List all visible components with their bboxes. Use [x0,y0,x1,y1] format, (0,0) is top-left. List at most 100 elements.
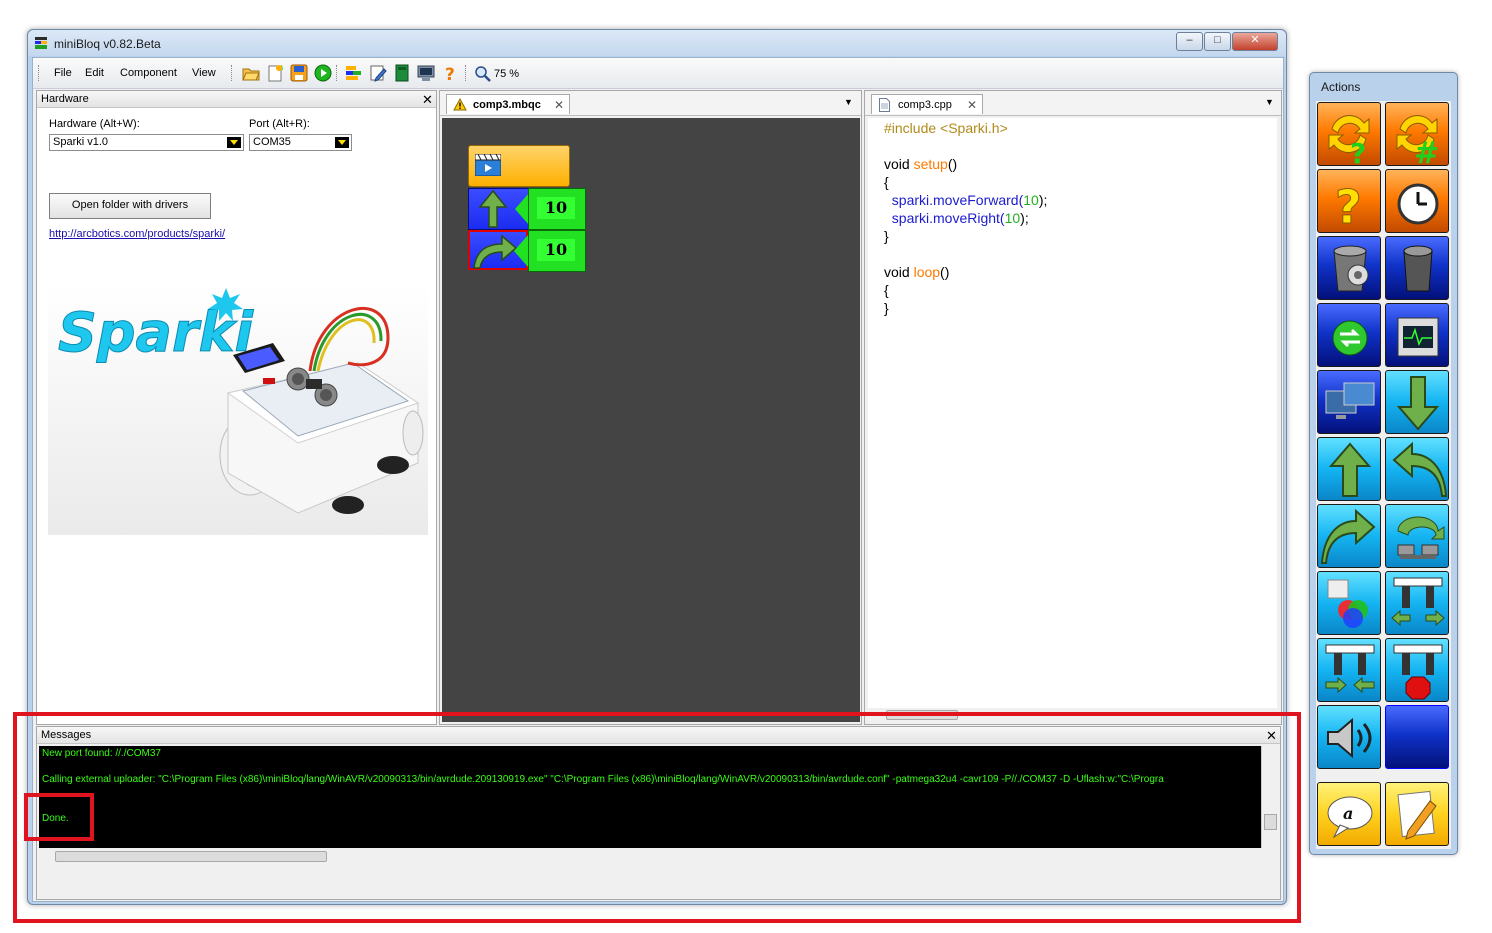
svg-text:?: ? [445,65,455,82]
actions-window: Actions ? # ? a [1309,72,1458,855]
menu-edit[interactable]: Edit [85,67,104,79]
turn-left-icon[interactable] [1385,437,1449,501]
edit-icon[interactable] [1385,782,1449,846]
help-icon[interactable]: ? [441,64,459,82]
turn-right-value[interactable]: 10 [537,239,575,261]
move-forward-block[interactable] [468,188,530,230]
new-file-icon[interactable] [266,64,284,82]
svg-text:?: ? [1335,180,1362,233]
open-folder-icon[interactable] [242,64,260,82]
rgb-led-icon[interactable] [1317,571,1381,635]
monitor-icon[interactable] [1317,370,1381,434]
hardware-select-value: Sparki v1.0 [53,136,109,148]
svg-text:#: # [1414,136,1439,166]
open-drivers-button[interactable]: Open folder with drivers [49,193,211,219]
gripper-open-icon[interactable] [1385,571,1449,635]
settings-bin-icon[interactable] [1317,236,1381,300]
bloq-editor-panel: comp3.mbqc ✕ ▼ 10 10 [439,90,862,725]
gripper-stop-icon[interactable] [1385,638,1449,702]
close-icon[interactable]: ✕ [967,95,977,115]
toolbar-grip[interactable] [336,65,340,81]
loop-hash-icon[interactable]: # [1385,102,1449,166]
sparki-product-link[interactable]: http://arcbotics.com/products/sparki/ [49,228,225,240]
code-text-area[interactable]: #include <Sparki.h> void setup() { spark… [868,118,1277,708]
delay-clock-icon[interactable] [1385,169,1449,233]
toolbar-grip[interactable] [38,65,42,81]
speaker-icon[interactable] [1317,705,1381,769]
code-line: sparki.moveRight(10); [884,210,1029,226]
maximize-button[interactable]: □ [1204,32,1231,51]
turn-right-icon [473,234,528,269]
hardware-panel: Hardware ✕ Hardware (Alt+W): Sparki v1.0… [36,90,437,725]
edit-code-icon[interactable] [369,64,387,82]
code-tabstrip: comp3.cpp ✕ ▼ [865,91,1281,116]
minimize-button[interactable]: – [1176,32,1203,51]
arrow-up-icon [478,189,529,228]
chevron-down-icon[interactable] [227,137,241,148]
save-icon[interactable] [290,64,308,82]
chevron-down-icon[interactable] [335,137,349,148]
run-icon[interactable] [314,64,332,82]
hardware-label: Hardware (Alt+W): [49,118,140,130]
board-icon[interactable] [393,64,411,82]
loop-if-icon[interactable]: ? [1317,102,1381,166]
hardware-panel-title: Hardware [41,93,89,105]
sparki-robot-image: Sparki [48,283,428,535]
empty-slot [1385,705,1449,769]
move-forward-value-block[interactable]: 10 [528,188,586,230]
close-button[interactable]: ✕ [1232,32,1278,51]
gripper-close-icon[interactable] [1317,638,1381,702]
if-icon[interactable]: ? [1317,169,1381,233]
comment-icon[interactable]: a [1317,782,1381,846]
port-label: Port (Alt+R): [249,118,310,130]
turn-right-value-block[interactable]: 10 [528,230,586,272]
zoom-level[interactable]: 75 % [494,68,519,80]
toolbar-grip[interactable] [231,65,235,81]
code-line: { [884,282,889,298]
turn-right-icon[interactable] [1317,504,1381,568]
close-icon[interactable]: ✕ [422,92,433,107]
bin-icon[interactable] [1385,236,1449,300]
terminal-icon[interactable] [417,64,435,82]
warning-icon [453,98,467,111]
menu-toolbar: File Edit Component View ? 75 % [33,58,1283,89]
tab-comp3-mbqc[interactable]: comp3.mbqc ✕ [446,94,570,114]
actions-grid: ? # ? a [1316,101,1451,849]
code-line: { [884,174,889,190]
code-line: } [884,228,889,244]
svg-text:?: ? [1350,137,1366,166]
file-icon [879,98,890,112]
port-select[interactable]: COM35 [249,134,352,151]
arrow-up-icon[interactable] [1317,437,1381,501]
menu-view[interactable]: View [192,67,216,79]
menu-file[interactable]: File [54,67,72,79]
oscilloscope-icon[interactable] [1385,303,1449,367]
code-line: void loop() [884,264,950,280]
close-icon[interactable]: ✕ [554,95,564,115]
components-icon[interactable] [345,64,363,82]
bloq-canvas[interactable]: 10 10 [442,118,860,722]
code-line: void setup() [884,156,958,172]
actions-title: Actions [1321,80,1361,94]
hardware-select[interactable]: Sparki v1.0 [49,134,244,151]
sparki-robot-illustration: Sparki [58,288,424,514]
window-title: miniBloq v0.82.Beta [54,37,161,51]
toolbar-grip[interactable] [465,65,469,81]
done-highlight-box [24,793,94,841]
menu-component[interactable]: Component [120,67,177,79]
hardware-panel-header: Hardware [37,91,436,108]
zoom-icon[interactable] [475,66,491,82]
move-forward-value[interactable]: 10 [537,197,575,219]
title-bar[interactable]: miniBloq v0.82.Beta – □ ✕ [28,30,1286,56]
bloq-tabstrip: comp3.mbqc ✕ ▼ [440,91,861,116]
tab-list-dropdown-icon[interactable]: ▼ [1265,97,1274,107]
tab-comp3-cpp[interactable]: comp3.cpp ✕ [871,94,983,114]
app-icon [35,37,47,49]
gripper-rotate-icon[interactable] [1385,504,1449,568]
turn-right-block[interactable] [468,230,528,270]
tab-list-dropdown-icon[interactable]: ▼ [844,97,853,107]
start-block[interactable] [468,145,570,187]
arrow-down-icon[interactable] [1385,370,1449,434]
serial-icon[interactable] [1317,303,1381,367]
messages-highlight-box [13,712,1301,923]
